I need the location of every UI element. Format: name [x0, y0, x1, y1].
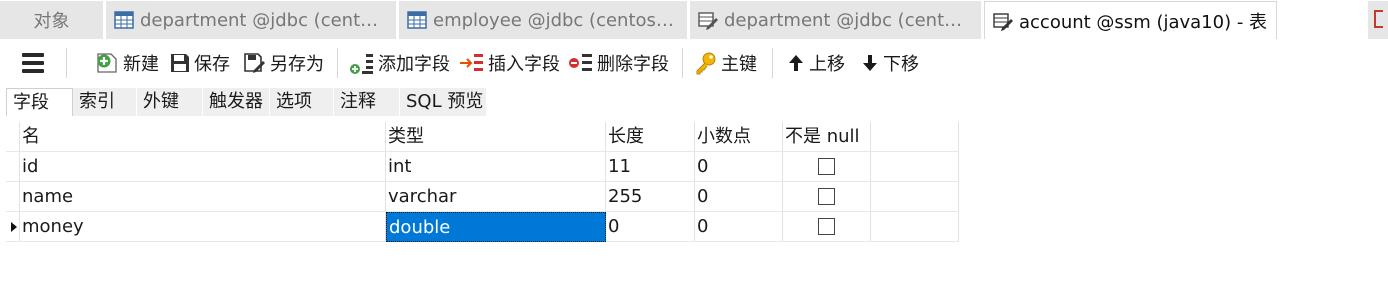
field-length-cell[interactable]: 11	[606, 152, 695, 182]
move-up-button[interactable]: 上移	[786, 49, 845, 77]
tab-label: 对象	[33, 11, 70, 32]
insert-field-icon	[460, 54, 483, 71]
save-as-label: 另存为	[270, 54, 324, 75]
tab-label: department @jdbc (centos)...	[724, 9, 973, 31]
not-null-cell	[783, 152, 871, 182]
not-null-checkbox[interactable]	[818, 218, 835, 235]
not-null-checkbox[interactable]	[818, 158, 835, 175]
field-length-cell[interactable]: 255	[606, 182, 695, 212]
field-length-cell[interactable]: 0	[606, 212, 695, 242]
table-icon	[407, 11, 427, 29]
designer-toolbar: 新建 保存 另存为 添加字段 插入字段 删除字段 主键 上移 下移	[0, 40, 1388, 86]
tab-comment[interactable]: 注释	[334, 88, 400, 116]
tab-objects[interactable]: 对象	[0, 1, 104, 39]
table-icon	[114, 11, 134, 29]
key-icon	[696, 52, 716, 75]
table-design-icon	[993, 12, 1013, 31]
save-button[interactable]: 保存	[169, 49, 230, 77]
table-row[interactable]: name varchar 255 0	[6, 182, 959, 212]
tab-label: department @jdbc (centos)...	[140, 9, 388, 31]
delete-field-icon	[569, 54, 592, 71]
save-as-button[interactable]: 另存为	[243, 49, 324, 77]
row-indicator	[6, 182, 20, 212]
delete-field-label: 删除字段	[597, 54, 669, 75]
new-icon	[97, 53, 117, 73]
tab-indexes[interactable]: 索引	[73, 88, 137, 116]
tab-foreign-keys[interactable]: 外键	[137, 88, 203, 116]
spacer-cell	[871, 182, 959, 212]
designer-subtabs: 字段 索引 外键 触发器 选项 注释 SQL 预览	[0, 86, 1388, 117]
row-indicator	[6, 152, 20, 182]
tab-employee-data[interactable]: employee @jdbc (centos) - ...	[399, 1, 688, 39]
tab-triggers[interactable]: 触发器	[203, 88, 270, 116]
grid-header-row: 名 类型 长度 小数点 不是 null	[6, 122, 959, 152]
toolbar-divider	[337, 48, 338, 78]
tab-department-design[interactable]: department @jdbc (centos)...	[690, 1, 982, 39]
field-type-cell[interactable]: varchar	[386, 182, 606, 212]
not-null-cell	[783, 212, 871, 242]
move-down-button[interactable]: 下移	[860, 49, 919, 77]
insert-field-label: 插入字段	[488, 54, 560, 75]
tab-overflow-edge[interactable]	[1368, 1, 1388, 39]
new-button[interactable]: 新建	[96, 49, 159, 77]
add-field-label: 添加字段	[378, 54, 450, 75]
field-name-cell[interactable]: money	[20, 212, 386, 242]
header-not-null[interactable]: 不是 null	[783, 122, 871, 152]
header-name[interactable]: 名	[20, 122, 386, 152]
tab-options[interactable]: 选项	[270, 88, 334, 116]
field-decimals-cell[interactable]: 0	[695, 152, 783, 182]
tab-fields[interactable]: 字段	[6, 88, 73, 116]
field-name-cell[interactable]: id	[20, 152, 386, 182]
not-null-checkbox[interactable]	[818, 188, 835, 205]
add-field-button[interactable]: 添加字段	[349, 49, 450, 77]
table-design-icon	[698, 12, 718, 30]
add-field-icon	[350, 54, 373, 74]
header-spacer	[871, 122, 959, 152]
spacer-cell	[871, 212, 959, 242]
field-decimals-cell[interactable]: 0	[695, 212, 783, 242]
field-decimals-cell[interactable]: 0	[695, 182, 783, 212]
arrow-down-icon	[863, 55, 877, 71]
toolbar-divider	[772, 48, 773, 78]
header-length[interactable]: 长度	[606, 122, 695, 152]
tab-account-design[interactable]: account @ssm (java10) - 表	[984, 1, 1277, 39]
field-type-cell-selected[interactable]: double	[386, 212, 606, 242]
row-indicator	[6, 212, 20, 242]
new-label: 新建	[123, 54, 159, 75]
move-down-label: 下移	[883, 54, 919, 75]
field-type-cell[interactable]: int	[386, 152, 606, 182]
primary-key-button[interactable]: 主键	[694, 49, 757, 77]
tab-department-data[interactable]: department @jdbc (centos)...	[106, 1, 397, 39]
menu-icon[interactable]	[22, 53, 44, 73]
primary-key-label: 主键	[721, 54, 757, 75]
move-up-label: 上移	[809, 54, 845, 75]
toolbar-divider	[66, 48, 67, 78]
overflow-icon	[1374, 10, 1383, 28]
spacer-cell	[871, 152, 959, 182]
save-as-icon	[244, 53, 265, 73]
arrow-up-icon	[789, 55, 803, 71]
current-row-arrow-icon	[11, 222, 17, 232]
save-label: 保存	[194, 54, 230, 75]
field-name-cell[interactable]: name	[20, 182, 386, 212]
row-indicator-header	[6, 122, 20, 152]
header-decimals[interactable]: 小数点	[695, 122, 783, 152]
table-row[interactable]: id int 11 0	[6, 152, 959, 182]
tab-sql-preview[interactable]: SQL 预览	[400, 88, 487, 116]
header-type[interactable]: 类型	[386, 122, 606, 152]
save-icon	[171, 54, 189, 72]
delete-field-button[interactable]: 删除字段	[568, 49, 669, 77]
tab-label: account @ssm (java10) - 表	[1019, 11, 1268, 33]
document-tab-strip: 对象 department @jdbc (centos)... employee…	[0, 0, 1388, 40]
tab-label: employee @jdbc (centos) - ...	[433, 9, 679, 31]
insert-field-button[interactable]: 插入字段	[459, 49, 560, 77]
toolbar-divider	[682, 48, 683, 78]
table-row-current[interactable]: money double 0 0	[6, 212, 959, 242]
not-null-cell	[783, 182, 871, 212]
